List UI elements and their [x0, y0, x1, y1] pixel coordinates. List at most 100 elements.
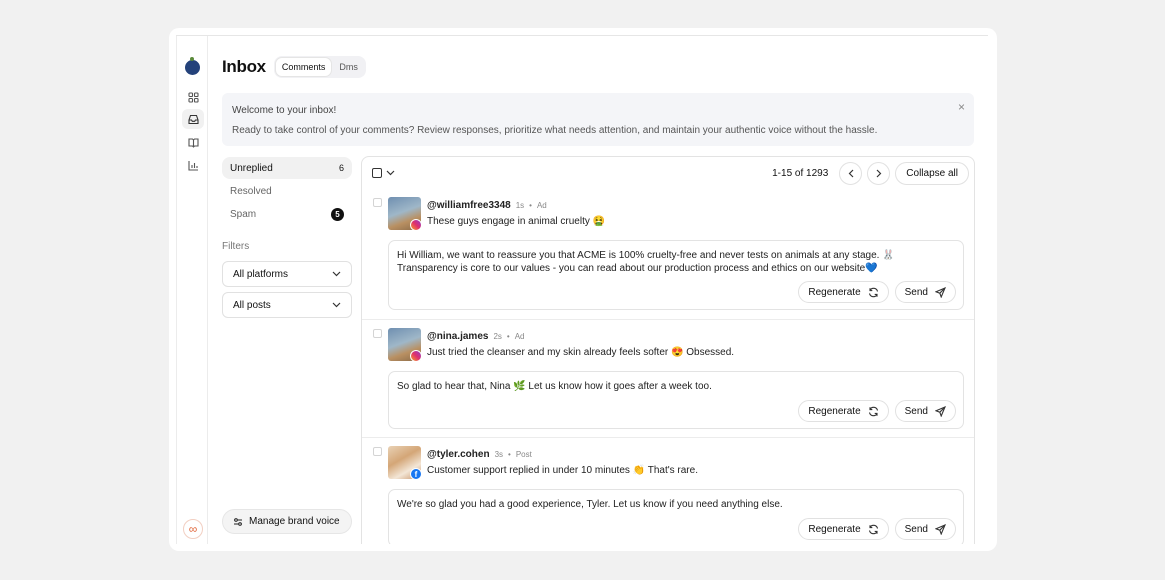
comment-meta: @tyler.cohen 3s • Post	[427, 449, 532, 460]
sidebar-item-unreplied[interactable]: Unreplied 6	[222, 157, 352, 179]
filter-sidebar: Unreplied 6 Resolved Spam 5 Filters All …	[222, 157, 352, 323]
regenerate-button[interactable]: Regenerate	[798, 400, 889, 422]
comment-time: 2s	[493, 332, 502, 341]
list-item: @williamfree3348 1s • Ad These guys enga…	[362, 189, 974, 320]
select-all[interactable]	[372, 168, 395, 178]
brand-voice-label: Manage brand voice	[249, 516, 340, 527]
chevron-down-icon	[332, 302, 341, 308]
chevron-down-icon	[332, 271, 341, 277]
chevron-right-icon	[876, 169, 882, 177]
platform-select-value: All platforms	[233, 268, 289, 280]
sidebar-item-label: Spam	[230, 208, 257, 220]
refresh-icon	[868, 287, 878, 297]
send-icon	[935, 286, 946, 298]
refresh-icon	[868, 524, 878, 534]
sidebar-item-label: Resolved	[230, 185, 272, 197]
platform-select[interactable]: All platforms	[222, 261, 352, 287]
send-button[interactable]: Send	[894, 400, 956, 422]
reply-actions: Regenerate Send	[798, 518, 956, 540]
regenerate-label: Regenerate	[808, 405, 861, 417]
reply-card: We're so glad you had a good experience,…	[388, 489, 964, 544]
unreplied-count: 6	[338, 163, 344, 173]
separator-dot: •	[508, 450, 511, 459]
post-kind: Ad	[536, 201, 547, 210]
comment-text: Just tried the cleanser and my skin alre…	[427, 347, 735, 358]
sidebar-item-spam[interactable]: Spam 5	[222, 203, 352, 225]
send-button[interactable]: Send	[894, 281, 956, 303]
row-checkbox[interactable]	[373, 198, 382, 207]
page-header: Inbox Comments Dms	[222, 56, 366, 78]
send-icon	[935, 405, 946, 417]
pagination: 1-15 of 1293 Collapse all	[772, 161, 969, 185]
instagram-icon	[410, 219, 422, 231]
posts-select[interactable]: All posts	[222, 292, 352, 318]
comment-list: 1-15 of 1293 Collapse all @williamfree33…	[361, 156, 975, 544]
select-all-checkbox[interactable]	[372, 168, 382, 178]
banner-heading: Welcome to your inbox!	[232, 105, 337, 116]
filters-heading: Filters	[222, 241, 250, 252]
next-page-button[interactable]	[867, 161, 891, 185]
welcome-banner: Welcome to your inbox! Ready to take con…	[222, 93, 974, 146]
comment-author[interactable]: @tyler.cohen	[427, 449, 490, 460]
manage-brand-voice-button[interactable]: Manage brand voice	[222, 509, 352, 534]
row-checkbox[interactable]	[373, 329, 382, 338]
send-label: Send	[904, 523, 928, 535]
send-label: Send	[904, 286, 928, 298]
regenerate-label: Regenerate	[808, 523, 861, 535]
comment-author[interactable]: @williamfree3348	[427, 200, 511, 211]
icon-rail: ∞	[176, 36, 208, 544]
comment-meta: @williamfree3348 1s • Ad	[427, 200, 547, 211]
inbox-icon[interactable]	[182, 109, 204, 129]
app-window: ∞ Inbox Comments Dms Welcome to your inb…	[176, 35, 988, 544]
reply-actions: Regenerate Send	[798, 400, 956, 422]
send-icon	[935, 523, 946, 535]
comment-time: 3s	[494, 450, 504, 459]
send-button[interactable]: Send	[894, 518, 956, 540]
grid-icon[interactable]	[182, 87, 204, 107]
brand-logo-icon	[185, 57, 200, 75]
chevron-down-icon[interactable]	[386, 170, 395, 176]
comment-time: 1s	[515, 201, 525, 210]
regenerate-label: Regenerate	[808, 286, 861, 298]
collapse-all-button[interactable]: Collapse all	[895, 161, 969, 185]
tab-switcher: Comments Dms	[273, 56, 366, 78]
chevron-left-icon	[848, 169, 854, 177]
reply-card: So glad to hear that, Nina 🌿 Let us know…	[388, 371, 964, 429]
comment-text: These guys engage in animal cruelty 🤮	[427, 216, 606, 227]
regenerate-button[interactable]: Regenerate	[798, 518, 889, 540]
regenerate-button[interactable]: Regenerate	[798, 281, 889, 303]
refresh-icon	[868, 406, 878, 416]
comment-author[interactable]: @nina.james	[427, 331, 488, 342]
comment-meta: @nina.james 2s • Ad	[427, 331, 525, 342]
facebook-icon: f	[410, 468, 422, 480]
banner-body: Ready to take control of your comments? …	[232, 125, 878, 136]
list-toolbar: 1-15 of 1293 Collapse all	[362, 157, 974, 189]
post-kind: Post	[515, 450, 532, 459]
chart-icon[interactable]	[182, 155, 204, 175]
reply-text[interactable]: Hi William, we want to reassure you that…	[397, 249, 955, 275]
sliders-icon	[234, 517, 242, 526]
tab-comments[interactable]: Comments	[275, 58, 332, 76]
spam-count-badge: 5	[331, 207, 344, 221]
reply-text[interactable]: We're so glad you had a good experience,…	[397, 498, 955, 511]
reply-card: Hi William, we want to reassure you that…	[388, 240, 964, 310]
infinity-logo-icon[interactable]: ∞	[183, 519, 203, 539]
close-icon[interactable]: ×	[958, 100, 965, 114]
reply-text[interactable]: So glad to hear that, Nina 🌿 Let us know…	[397, 380, 955, 393]
tab-dms[interactable]: Dms	[333, 58, 364, 76]
row-checkbox[interactable]	[373, 447, 382, 456]
sidebar-item-label: Unreplied	[230, 162, 273, 174]
instagram-icon	[410, 350, 422, 362]
send-label: Send	[904, 405, 928, 417]
comment-text: Customer support replied in under 10 min…	[427, 465, 698, 476]
book-icon[interactable]	[182, 132, 204, 152]
list-item: @nina.james 2s • Ad Just tried the clean…	[362, 320, 974, 438]
posts-select-value: All posts	[233, 299, 271, 311]
post-kind: Ad	[514, 332, 525, 341]
page-range: 1-15 of 1293	[772, 167, 829, 179]
list-item: f @tyler.cohen 3s • Post Customer suppor…	[362, 438, 974, 544]
previous-page-button[interactable]	[839, 161, 863, 185]
page-title: Inbox	[222, 57, 266, 76]
separator-dot: •	[529, 201, 532, 210]
sidebar-item-resolved[interactable]: Resolved	[222, 180, 352, 202]
